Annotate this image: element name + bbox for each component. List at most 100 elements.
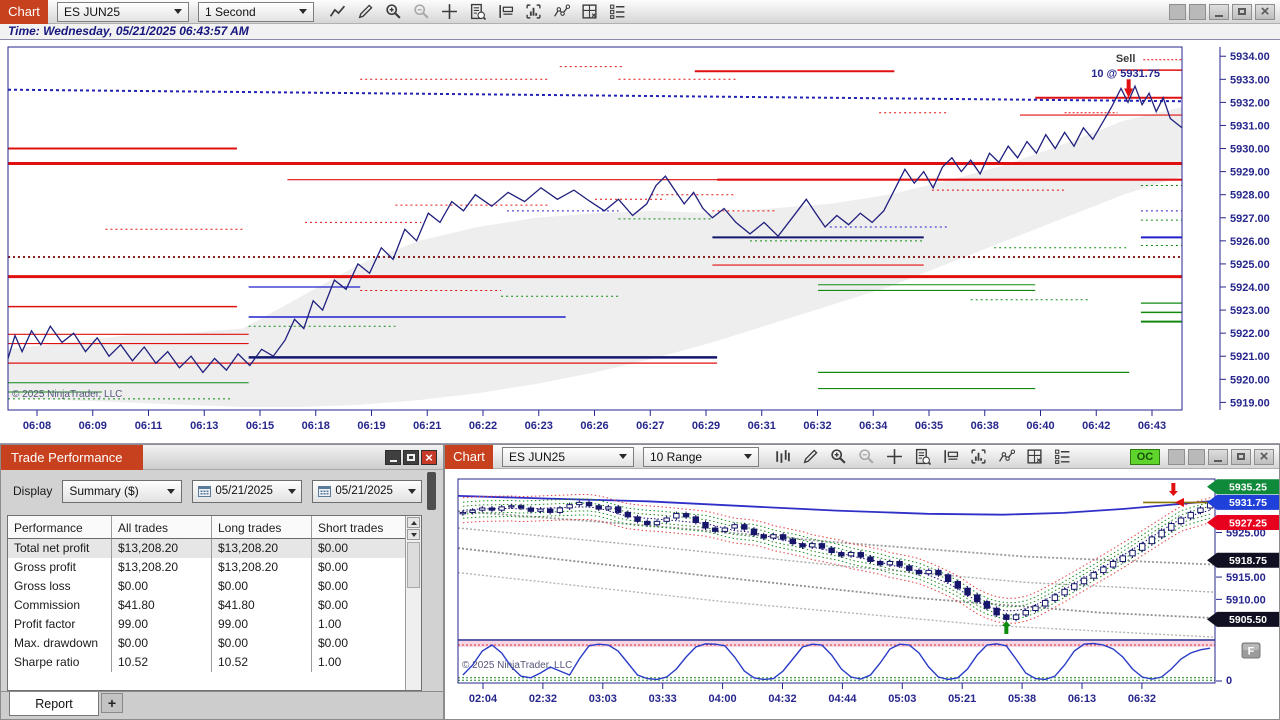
tp-toolbar: Display Summary ($) 05/21/2025 05/21/202… [1,470,443,512]
candle [479,507,486,511]
chart-tab-label: Chart [8,4,40,19]
x-axis-label: 04:32 [768,693,796,705]
chart-trader-icon[interactable] [496,2,515,21]
metric-value: $13,208.20 [212,558,312,577]
metric-value: $0.00 [318,560,349,574]
chart-trader-icon[interactable] [941,447,960,466]
instrument-select[interactable]: ES JUN25 [57,1,189,22]
column-header[interactable]: Performance [8,516,112,539]
price-chart-1second[interactable]: Sell 10 @ 5931.75 5934.00 5933.00 5932.00 593… [0,40,1280,444]
scrollbar-thumb[interactable] [407,542,420,588]
y-axis-label: 5919.00 [1230,397,1270,409]
metric-value: $13,208.20 [212,539,312,558]
tab-report[interactable]: Report [9,692,99,716]
oscillator-line [462,642,1211,681]
date-from-picker[interactable]: 05/21/2025 [192,479,303,503]
bar-analysis-icon[interactable] [969,447,988,466]
scroll-down-button[interactable] [407,529,420,540]
indicators-icon[interactable] [552,2,571,21]
y-axis-label: 5932.00 [1230,97,1270,109]
y-axis-label: 5915.00 [1226,572,1266,584]
toolbar-gripper[interactable] [427,472,436,510]
candle [935,569,942,576]
maximize-button[interactable] [1232,3,1252,20]
x-axis-label: 05:21 [948,693,976,705]
performance-grid: Performance All trades Long trades Short tr… [8,516,421,672]
chart1-plot [8,66,1182,407]
data-box-icon[interactable] [468,2,487,21]
x-axis-label: 06:18 [302,420,330,432]
data-box-icon[interactable] [913,447,932,466]
bar-style-icon[interactable] [773,447,792,466]
maximize-button[interactable] [403,449,419,465]
close-button[interactable] [421,449,437,465]
candle [527,507,534,512]
close-button[interactable] [1254,448,1274,465]
interval-select[interactable]: 1 Second [198,1,314,22]
zoom-in-icon[interactable] [384,2,403,21]
line-style-icon[interactable] [328,2,347,21]
indicators-icon[interactable] [997,447,1016,466]
chart1-tab[interactable]: Chart [0,0,48,24]
metric-label: Max. drawdown [8,634,112,653]
minimize-button[interactable] [385,449,401,465]
instrument-value: ES JUN25 [509,449,566,464]
maximize-button[interactable] [1231,448,1251,465]
panel-button-2[interactable] [1188,448,1205,465]
x-axis-label: 06:42 [1082,420,1110,432]
pivot-dotted-line [8,88,1182,103]
table-scrollbar[interactable] [405,516,421,690]
display-select[interactable]: Summary ($) [62,479,183,503]
panel-button-1[interactable] [1169,3,1186,20]
crosshair-icon[interactable] [440,2,459,21]
y-axis-label: 5929.00 [1230,167,1270,179]
bar-analysis-icon[interactable] [524,2,543,21]
candle [828,547,835,554]
y-axis-label: 5927.00 [1230,213,1270,225]
candle [556,507,564,513]
properties-icon[interactable] [1053,447,1072,466]
candle [673,513,680,519]
instrument-select[interactable]: ES JUN25 [502,446,634,467]
y-axis-label: 5923.00 [1230,305,1270,317]
properties-icon[interactable] [608,2,627,21]
x-axis-label: 03:33 [649,693,677,705]
candle [1109,560,1117,568]
add-tab-button[interactable]: + [101,693,123,713]
crosshair-icon[interactable] [885,447,904,466]
candle [809,543,816,548]
zoom-out-icon[interactable] [412,2,431,21]
tp-window-controls [385,449,437,465]
chart-template-icon[interactable] [580,2,599,21]
date-to-picker[interactable]: 05/21/2025 [312,479,423,503]
candle [896,560,903,567]
draw-tool-icon[interactable] [801,447,820,466]
column-header[interactable]: All trades [112,516,212,539]
interval-select[interactable]: 10 Range [643,446,759,467]
metric-value: $0.00 [318,598,349,612]
scroll-up-button[interactable] [407,517,420,528]
chart-template-icon[interactable] [1025,447,1044,466]
price-chart-10range[interactable]: 5925.005915.005910.0005935.255931.755927… [445,470,1280,720]
metric-value: $0.00 [312,539,407,558]
oc-status-badge[interactable]: OC [1130,448,1160,465]
close-button[interactable] [1255,3,1275,20]
candle [1168,523,1175,531]
draw-tool-icon[interactable] [356,2,375,21]
zoom-in-icon[interactable] [829,447,848,466]
zoom-out-icon[interactable] [857,447,876,466]
metric-value: $0.00 [112,577,212,596]
status-bar: Time: Wednesday, 05/21/2025 06:43:57 AM [0,24,1280,40]
column-header[interactable]: Short trades [312,516,407,539]
y-axis-label: 5930.00 [1230,144,1270,156]
trade-performance-tab[interactable]: Trade Performance [1,444,143,470]
x-axis-label: 05:38 [1008,693,1036,705]
column-header[interactable]: Long trades [212,516,312,539]
minimize-button[interactable] [1209,3,1229,20]
trade-performance-window: Trade Performance Display Summary ($) 05… [0,444,444,720]
panel-button-1[interactable] [1168,448,1185,465]
panel-button-2[interactable] [1189,3,1206,20]
candle [993,607,1000,616]
chart2-tab[interactable]: Chart [445,444,493,469]
minimize-button[interactable] [1208,448,1228,465]
